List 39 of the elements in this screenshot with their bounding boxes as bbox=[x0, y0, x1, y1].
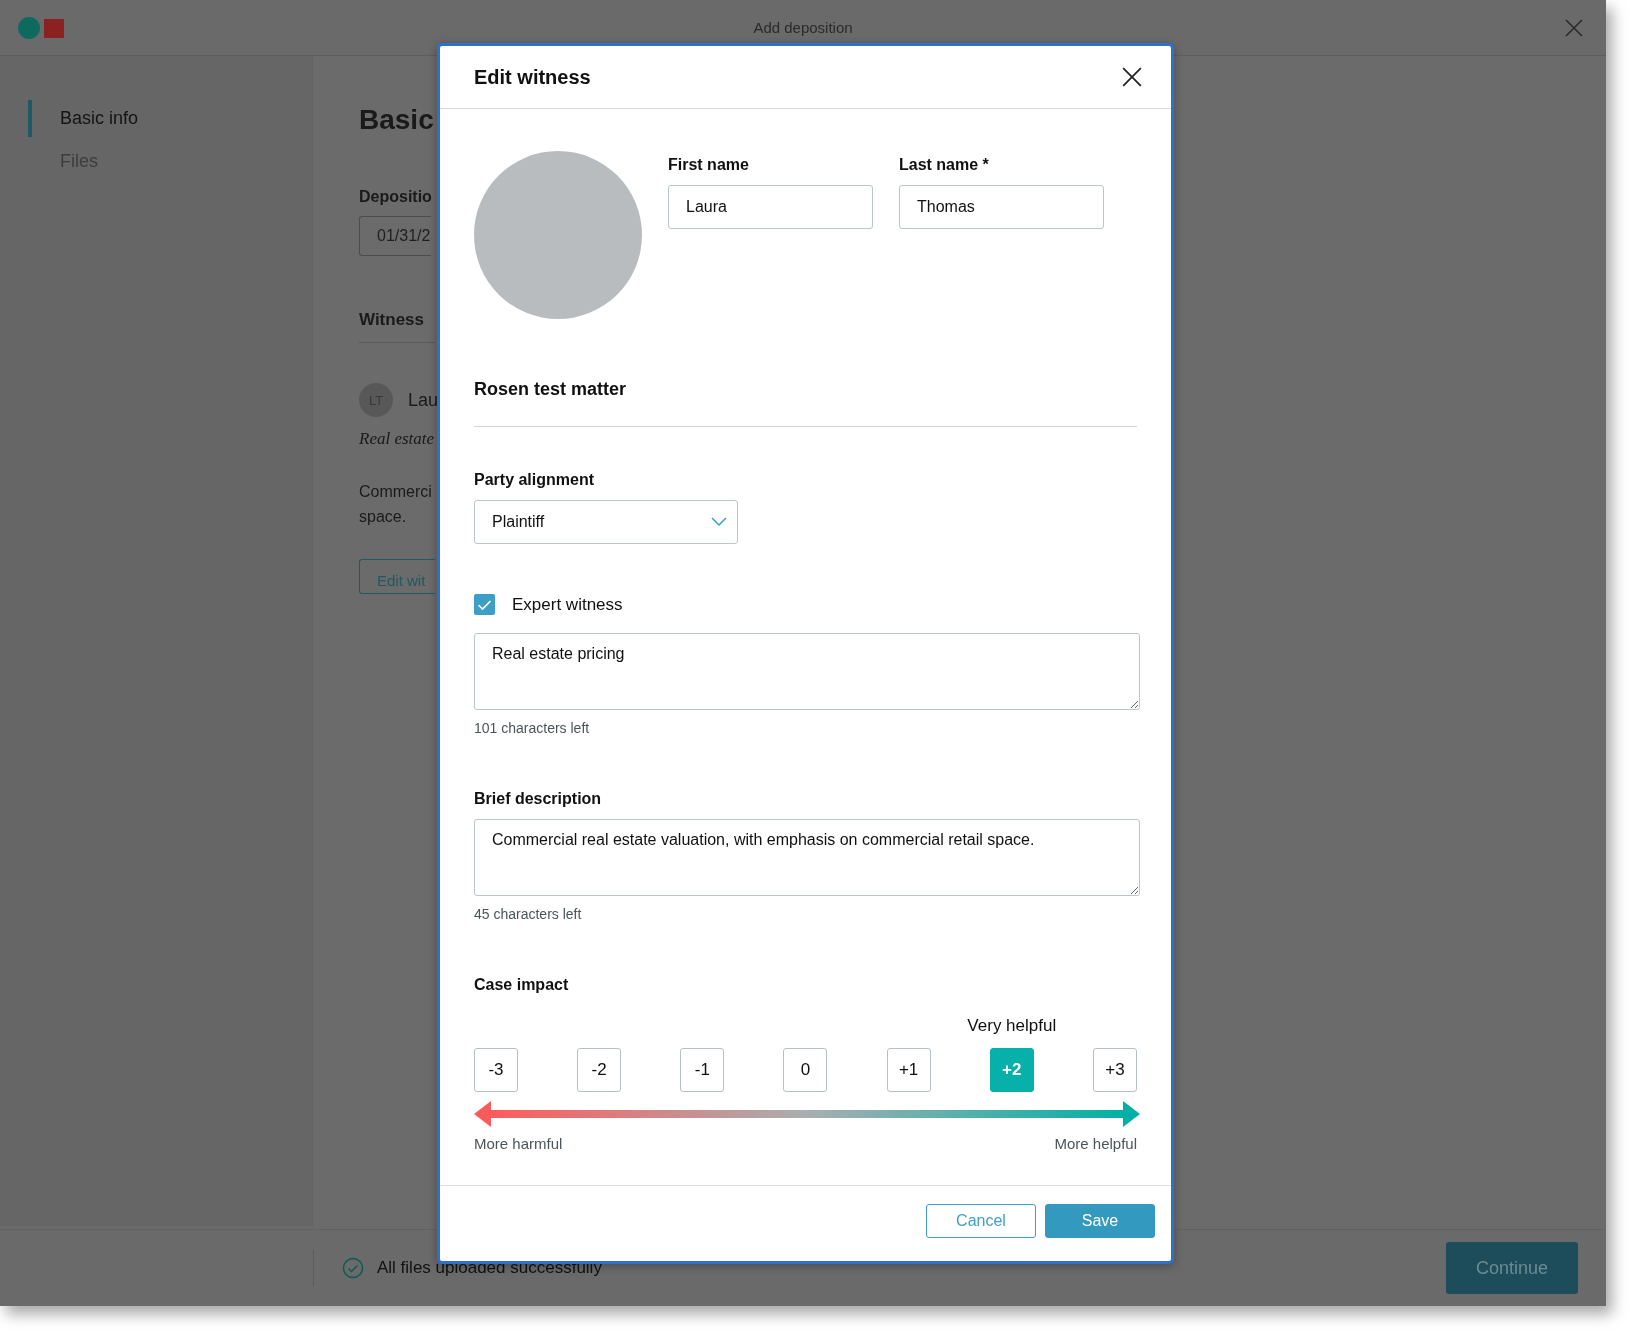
impact-option[interactable]: -3 bbox=[474, 1048, 518, 1092]
witness-description: space. bbox=[359, 507, 407, 527]
impact-option[interactable]: +3 bbox=[1092, 1048, 1137, 1092]
checkbox[interactable] bbox=[474, 594, 495, 615]
check-icon bbox=[477, 598, 492, 611]
field-label: First name bbox=[668, 156, 749, 174]
scale-max-label: More helpful bbox=[1054, 1135, 1137, 1152]
expertise-field[interactable]: Real estate pricing bbox=[474, 633, 1140, 710]
field-label: Last name * bbox=[899, 156, 989, 174]
impact-option[interactable]: -1 bbox=[680, 1048, 725, 1092]
witness-description: Commerci bbox=[359, 482, 432, 502]
section-heading: Witness bbox=[359, 310, 435, 343]
date-label: Depositio bbox=[359, 188, 432, 206]
impact-option[interactable]: 0 bbox=[783, 1048, 828, 1092]
last-name-field[interactable]: Thomas bbox=[899, 185, 1104, 229]
page-heading: Basic bbox=[359, 104, 435, 136]
field-label: Party alignment bbox=[474, 471, 595, 489]
party-alignment-dropdown[interactable]: Plaintiff bbox=[474, 500, 738, 544]
upload-status: All files uploaded successfully bbox=[377, 1258, 602, 1278]
character-counter: 45 characters left bbox=[474, 906, 582, 922]
character-counter: 101 characters left bbox=[474, 720, 590, 736]
logo-icon bbox=[18, 16, 64, 39]
checkbox-label: Expert witness bbox=[512, 594, 623, 615]
matter-heading: Rosen test matter bbox=[474, 379, 627, 400]
impact-caption: Very helpful bbox=[967, 1016, 1057, 1036]
window-title: Add deposition bbox=[753, 19, 853, 36]
close-icon[interactable] bbox=[1121, 66, 1143, 88]
dialog-title: Edit witness bbox=[474, 65, 592, 89]
scale-min-label: More harmful bbox=[474, 1135, 563, 1152]
witness-name: Lau bbox=[408, 389, 439, 411]
witness-expertise: Real estate bbox=[359, 429, 435, 449]
field-label: Brief description bbox=[474, 790, 602, 808]
first-name-field[interactable]: Laura bbox=[668, 185, 873, 229]
impact-option[interactable]: -2 bbox=[577, 1048, 622, 1092]
check-circle-icon bbox=[342, 1257, 364, 1279]
field-label: Case impact bbox=[474, 976, 569, 994]
description-field[interactable]: Commercial real estate valuation, with emphasis on commercial retail space. bbox=[474, 819, 1140, 896]
chevron-down-icon bbox=[711, 517, 727, 527]
impact-option[interactable]: +1 bbox=[886, 1048, 931, 1092]
